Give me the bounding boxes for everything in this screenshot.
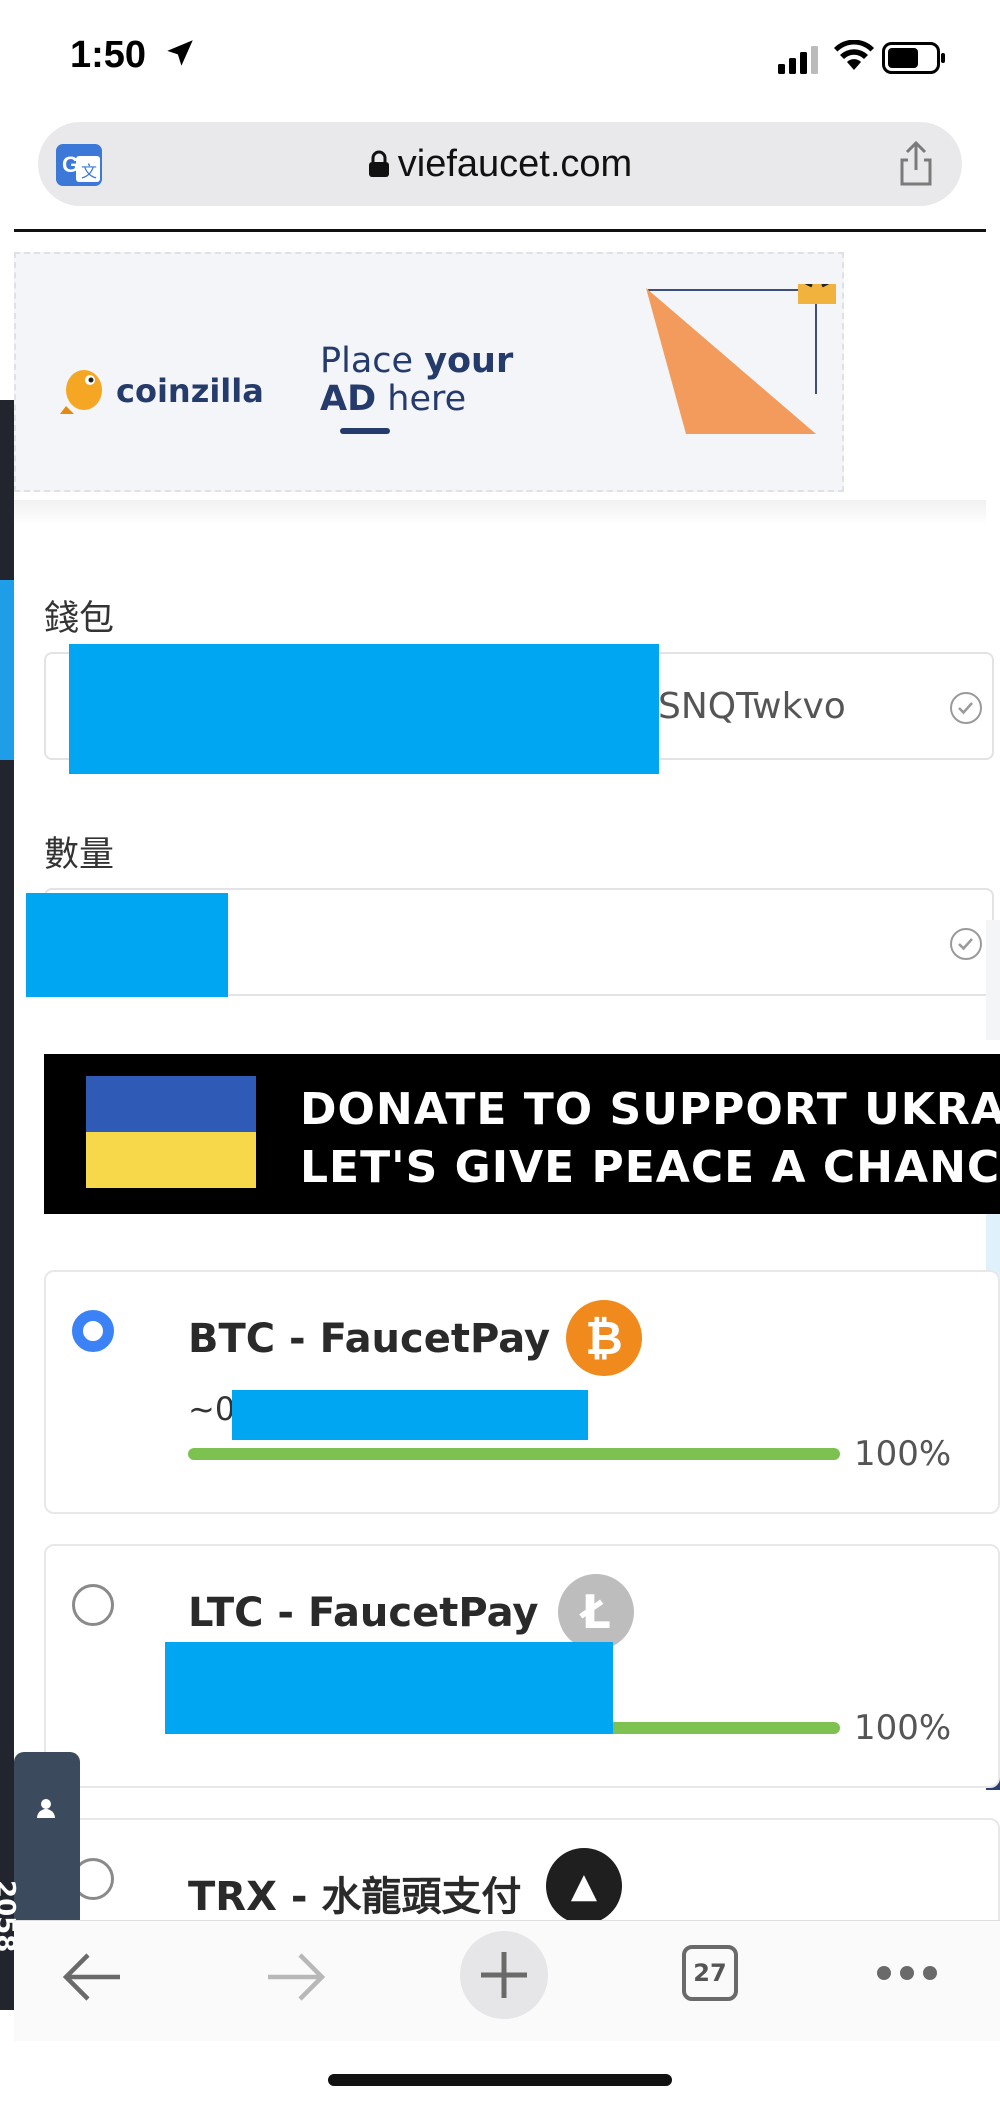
option-percent: 100%: [854, 1434, 952, 1474]
check-circle-icon: [950, 928, 982, 960]
banner-line-2: LET'S GIVE PEACE A CHANC: [300, 1142, 1000, 1193]
address-bar[interactable]: G文 viefaucet.com: [38, 122, 962, 206]
payout-option[interactable]: BTC - FaucetPay ₿ ~0. 100%: [44, 1270, 1000, 1514]
banner-line-1: DONATE TO SUPPORT UKRAIN: [300, 1084, 1000, 1135]
new-tab-button[interactable]: [460, 1931, 548, 2019]
forward-arrow-icon[interactable]: [266, 1951, 328, 2008]
online-users-widget[interactable]: 2058: [0, 1752, 80, 1952]
user-icon: [37, 1799, 55, 1818]
url-text[interactable]: viefaucet.com: [38, 122, 962, 206]
ukraine-flag: [86, 1076, 256, 1132]
amount-label: 數量: [44, 835, 115, 875]
redaction-block: [165, 1642, 613, 1734]
lock-icon: [368, 150, 389, 177]
card-shadow: [14, 500, 986, 526]
ad-decoration: [646, 284, 836, 434]
share-icon[interactable]: [896, 140, 936, 193]
ukraine-flag: [86, 1132, 256, 1188]
page-divider: [14, 229, 986, 232]
ad-slogan: Place your AD here: [320, 342, 513, 434]
ukraine-donate-banner[interactable]: DONATE TO SUPPORT UKRAIN LET'S GIVE PEAC…: [44, 1054, 1000, 1214]
status-time: 1:50: [70, 34, 197, 77]
signal-icon: [778, 46, 822, 79]
battery-icon: [882, 42, 948, 79]
bitcoin-icon: ₿: [566, 1300, 642, 1376]
tron-icon: ▲: [546, 1848, 622, 1924]
back-arrow-icon[interactable]: [60, 1951, 122, 2008]
location-arrow-icon: [166, 40, 193, 66]
ad-brand: coinzilla: [116, 372, 264, 410]
radio-unselected[interactable]: [72, 1584, 114, 1626]
option-title: BTC - FaucetPay: [188, 1316, 551, 1362]
wallet-value: SNQTwkvo: [658, 686, 846, 727]
more-icon[interactable]: [876, 1965, 938, 1986]
redaction-block: [232, 1390, 588, 1440]
check-circle-icon: [950, 692, 982, 724]
coinzilla-logo: [58, 360, 110, 421]
option-title: LTC - FaucetPay: [188, 1590, 539, 1636]
wallet-label: 錢包: [44, 599, 115, 639]
home-indicator: [328, 2074, 672, 2086]
option-title: TRX - 水龍頭支付: [188, 1874, 522, 1920]
tab-count-button[interactable]: 27: [682, 1945, 738, 2001]
radio-selected[interactable]: [72, 1310, 114, 1352]
redaction-block: [69, 644, 659, 774]
browser-toolbar: 27: [14, 1920, 1000, 2041]
progress-bar: [188, 1448, 840, 1460]
litecoin-icon: Ł: [558, 1574, 634, 1650]
redaction-block: [26, 893, 228, 997]
right-edge-panel: [986, 920, 1000, 1040]
wifi-icon: [834, 39, 874, 77]
ad-banner[interactable]: coinzilla Place your AD here: [14, 252, 844, 492]
left-edge-highlight: [0, 580, 14, 760]
plus-icon: [481, 1952, 527, 1998]
option-percent: 100%: [854, 1708, 952, 1748]
